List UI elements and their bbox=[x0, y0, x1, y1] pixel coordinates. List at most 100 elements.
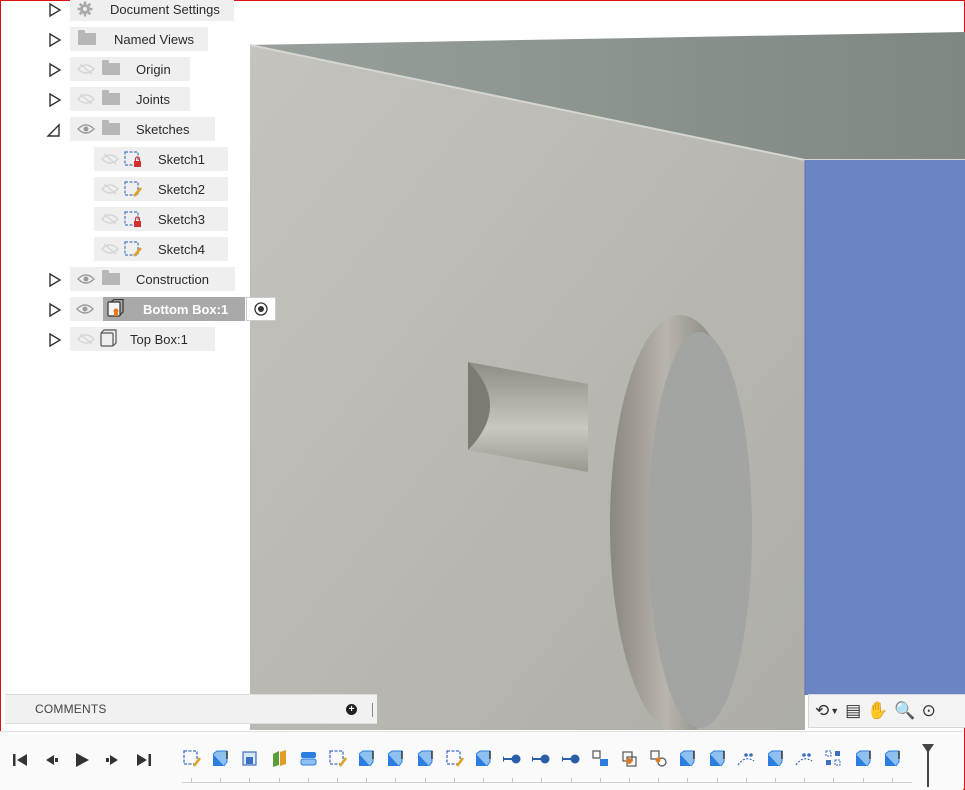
expand-arrow-icon[interactable] bbox=[48, 2, 62, 18]
timeline-tick bbox=[337, 778, 338, 783]
browser-item-joints[interactable]: Joints bbox=[70, 87, 190, 111]
eye-hidden-icon[interactable] bbox=[74, 89, 98, 109]
browser-tree: Document Settings Named Views Origin Joi… bbox=[0, 0, 276, 360]
collapse-arrow-icon[interactable] bbox=[46, 122, 60, 138]
timeline-extrude-icon[interactable] bbox=[708, 749, 727, 768]
timeline-extrude-icon[interactable] bbox=[766, 749, 785, 768]
sketch-locked-icon bbox=[122, 149, 144, 169]
browser-item-construction[interactable]: Construction bbox=[70, 267, 235, 291]
timeline-align-icon[interactable] bbox=[591, 749, 610, 768]
timeline-extrude-icon[interactable] bbox=[386, 749, 405, 768]
browser-item-named-views[interactable]: Named Views bbox=[70, 27, 208, 51]
timeline-extrude-icon[interactable] bbox=[357, 749, 376, 768]
browser-item-label: Origin bbox=[136, 61, 171, 77]
expand-arrow-icon[interactable] bbox=[48, 332, 62, 348]
timeline-tick bbox=[804, 778, 806, 783]
timeline-extrude-icon[interactable] bbox=[678, 749, 697, 768]
timeline-tick bbox=[745, 778, 747, 783]
play-icon[interactable] bbox=[74, 752, 90, 768]
browser-item-bottom-box[interactable] bbox=[70, 297, 104, 321]
timeline-joint-icon[interactable] bbox=[561, 749, 581, 768]
expand-arrow-icon[interactable] bbox=[48, 92, 62, 108]
timeline-extrude-icon[interactable] bbox=[854, 749, 873, 768]
timeline-tick bbox=[658, 778, 660, 783]
go-to-start-icon[interactable] bbox=[12, 752, 28, 768]
timeline-sketch-icon[interactable] bbox=[445, 749, 464, 768]
browser-item-label: Sketch2 bbox=[158, 181, 205, 197]
eye-hidden-icon[interactable] bbox=[98, 179, 122, 199]
dropdown-arrow-icon[interactable]: ▼ bbox=[830, 706, 839, 716]
timeline-tick bbox=[307, 778, 309, 783]
timeline-tick bbox=[278, 778, 280, 783]
browser-item-top-box[interactable]: Top Box:1 bbox=[70, 327, 215, 351]
timeline-tick bbox=[366, 778, 368, 783]
timeline-marker[interactable] bbox=[921, 743, 935, 787]
expand-arrow-icon[interactable] bbox=[48, 272, 62, 288]
component-icon bbox=[105, 299, 127, 319]
timeline-tick bbox=[716, 778, 718, 783]
timeline-tick bbox=[862, 778, 864, 783]
eye-hidden-icon[interactable] bbox=[74, 59, 98, 79]
comments-panel[interactable]: COMMENTS + bbox=[5, 694, 377, 724]
orbit-icon[interactable]: ⟲ bbox=[815, 701, 829, 721]
timeline-tick bbox=[570, 778, 572, 783]
zoom-icon[interactable]: 🔍 bbox=[894, 701, 915, 721]
timeline-joint-icon[interactable] bbox=[503, 749, 522, 768]
timeline-sketch-icon[interactable] bbox=[182, 749, 201, 768]
browser-item-sketch4[interactable]: Sketch4 bbox=[94, 237, 228, 261]
component-icon bbox=[98, 329, 120, 349]
browser-item-label: Joints bbox=[136, 91, 170, 107]
browser-item-origin[interactable]: Origin bbox=[70, 57, 190, 81]
timeline-tick bbox=[249, 778, 251, 783]
expand-arrow-icon[interactable] bbox=[48, 32, 62, 48]
pan-icon[interactable]: ✋ bbox=[867, 701, 888, 721]
eye-hidden-icon[interactable] bbox=[74, 329, 98, 349]
eye-hidden-icon[interactable] bbox=[98, 209, 122, 229]
add-comment-icon[interactable]: + bbox=[346, 704, 357, 715]
active-component-chip[interactable]: Bottom Box:1 bbox=[103, 297, 245, 321]
timeline-extrude-icon[interactable] bbox=[474, 749, 493, 768]
timeline-fillet-icon[interactable] bbox=[299, 749, 318, 768]
3d-viewport[interactable] bbox=[250, 0, 965, 730]
eye-hidden-icon[interactable] bbox=[98, 149, 122, 169]
timeline-tick bbox=[191, 778, 192, 783]
timeline-sketch-pattern-icon[interactable] bbox=[737, 749, 756, 768]
browser-item-label: Named Views bbox=[114, 31, 194, 47]
browser-item-sketch2[interactable]: Sketch2 bbox=[94, 177, 228, 201]
timeline-as-built-joint-icon[interactable] bbox=[649, 749, 668, 768]
navigation-bar: ⟲ ▼ ▤ ✋ 🔍 ⊙ bbox=[808, 694, 965, 728]
eye-icon[interactable] bbox=[74, 299, 96, 319]
step-forward-icon[interactable] bbox=[105, 752, 121, 768]
timeline-split-icon[interactable] bbox=[270, 749, 289, 768]
panel-grip-icon[interactable] bbox=[372, 703, 373, 717]
timeline-extrude-icon[interactable] bbox=[211, 749, 230, 768]
browser-item-sketches[interactable]: Sketches bbox=[70, 117, 215, 141]
browser-item-sketch3[interactable]: Sketch3 bbox=[94, 207, 228, 231]
timeline-extrude-icon[interactable] bbox=[416, 749, 435, 768]
selected-side-face[interactable] bbox=[805, 160, 965, 695]
activate-radio-button[interactable] bbox=[246, 297, 276, 321]
eye-icon[interactable] bbox=[74, 269, 98, 289]
fit-icon[interactable]: ⊙ bbox=[922, 701, 936, 721]
browser-item-label: Sketch3 bbox=[158, 211, 205, 227]
browser-item-document-settings[interactable]: Document Settings bbox=[70, 0, 234, 21]
browser-item-label: Sketches bbox=[136, 121, 190, 137]
expand-arrow-icon[interactable] bbox=[48, 62, 62, 78]
eye-icon[interactable] bbox=[74, 119, 98, 139]
timeline-track bbox=[182, 782, 912, 783]
go-to-end-icon[interactable] bbox=[136, 752, 152, 768]
browser-item-sketch1[interactable]: Sketch1 bbox=[94, 147, 228, 171]
timeline-tick bbox=[891, 778, 893, 783]
step-back-icon[interactable] bbox=[43, 752, 59, 768]
timeline-pattern-icon[interactable] bbox=[824, 749, 843, 768]
timeline-sketch-icon[interactable] bbox=[328, 749, 347, 768]
timeline-plane-icon[interactable] bbox=[240, 749, 259, 768]
timeline-joint-icon[interactable] bbox=[532, 749, 551, 768]
timeline-sketch-pattern-icon[interactable] bbox=[795, 749, 814, 768]
expand-arrow-icon[interactable] bbox=[48, 302, 62, 318]
timeline-rigid-group-icon[interactable] bbox=[620, 749, 639, 768]
timeline-tick bbox=[687, 778, 689, 783]
eye-hidden-icon[interactable] bbox=[98, 239, 122, 259]
look-at-icon[interactable]: ▤ bbox=[845, 701, 861, 721]
timeline-extrude-icon[interactable] bbox=[883, 749, 902, 768]
